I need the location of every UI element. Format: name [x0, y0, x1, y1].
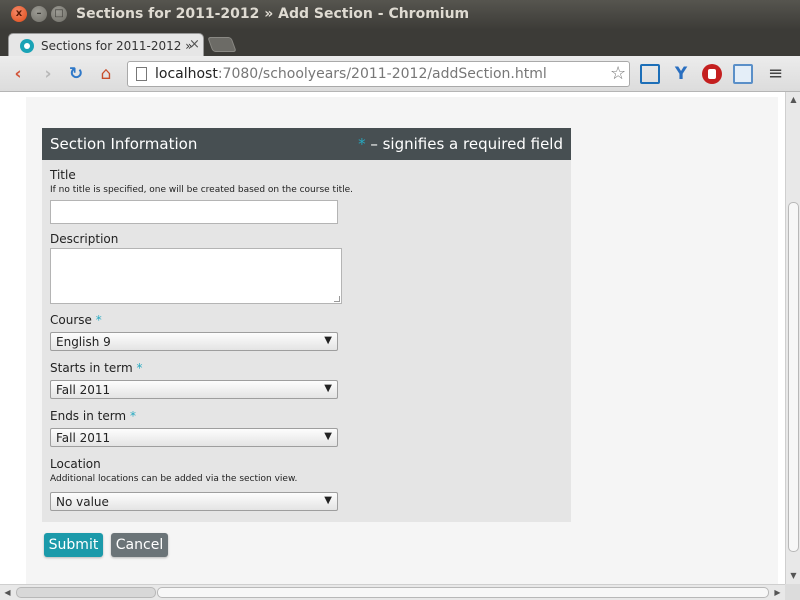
location-select-value: No value: [56, 495, 109, 509]
description-label: Description: [50, 232, 119, 246]
adblock-extension-icon[interactable]: [702, 64, 722, 84]
resize-handle[interactable]: [334, 296, 340, 302]
horizontal-scroll-track-left: [16, 587, 156, 598]
vertical-scrollbar[interactable]: ▲ ▼: [785, 92, 800, 584]
required-star: *: [358, 135, 366, 153]
location-select[interactable]: No value ▼: [50, 492, 338, 511]
ends-required-star: *: [129, 409, 136, 423]
scroll-right-arrow-icon[interactable]: ▶: [770, 585, 785, 600]
browser-toolbar: ‹ › ↻ ⌂ localhost:7080/schoolyears/2011-…: [0, 56, 800, 92]
dropdown-arrow-icon: ▼: [324, 431, 332, 442]
required-note-text: – signifies a required field: [365, 135, 563, 153]
new-tab-button[interactable]: [207, 37, 237, 52]
horizontal-scroll-thumb[interactable]: [157, 587, 769, 598]
bookmark-star-icon[interactable]: ☆: [610, 63, 626, 84]
forward-arrow-icon[interactable]: ›: [37, 63, 59, 85]
favicon-icon: [20, 39, 34, 53]
panel-header: Section Information * – signifies a requ…: [42, 128, 571, 160]
ends-in-term-label: Ends in term *: [50, 409, 136, 423]
vertical-scroll-thumb[interactable]: [788, 202, 799, 552]
window-close-button[interactable]: x: [11, 6, 27, 22]
window-title: Sections for 2011-2012 » Add Section - C…: [76, 6, 470, 22]
page-icon: [136, 67, 147, 81]
window-maximize-button[interactable]: □: [51, 6, 67, 22]
window-titlebar: x – □ Sections for 2011-2012 » Add Secti…: [0, 0, 800, 30]
browser-tab[interactable]: Sections for 2011-2012 » ×: [8, 33, 204, 58]
tab-strip: Sections for 2011-2012 » ×: [0, 30, 800, 58]
window-minimize-button[interactable]: –: [31, 6, 47, 22]
chrome-menu-icon[interactable]: ≡: [768, 63, 783, 85]
reload-icon[interactable]: ↻: [65, 63, 87, 85]
starts-in-term-label-text: Starts in term: [50, 361, 133, 375]
y-extension-icon[interactable]: Y: [671, 64, 691, 84]
tab-close-icon[interactable]: ×: [189, 37, 200, 52]
url-host: localhost: [155, 66, 218, 82]
page-viewport: Section Information * – signifies a requ…: [0, 92, 785, 584]
title-label: Title: [50, 168, 76, 182]
submit-button[interactable]: Submit: [44, 533, 103, 557]
scroll-left-arrow-icon[interactable]: ◀: [0, 585, 15, 600]
ends-in-term-select[interactable]: Fall 2011 ▼: [50, 428, 338, 447]
url-path: :7080/schoolyears/2011-2012/addSection.h…: [217, 66, 547, 82]
address-bar[interactable]: localhost:7080/schoolyears/2011-2012/add…: [127, 61, 630, 87]
starts-in-term-label: Starts in term *: [50, 361, 142, 375]
course-label: Course *: [50, 313, 102, 327]
description-textarea[interactable]: [50, 248, 342, 304]
scrollbar-corner: [785, 584, 800, 600]
section-form-panel: Section Information * – signifies a requ…: [42, 128, 571, 522]
course-select[interactable]: English 9 ▼: [50, 332, 338, 351]
scroll-down-arrow-icon[interactable]: ▼: [786, 568, 800, 583]
ends-in-term-value: Fall 2011: [56, 431, 111, 445]
window-extension-icon[interactable]: [733, 64, 753, 84]
url-text: localhost:7080/schoolyears/2011-2012/add…: [155, 66, 547, 82]
location-hint: Additional locations can be added via th…: [50, 474, 298, 484]
starts-in-term-value: Fall 2011: [56, 383, 111, 397]
dropdown-arrow-icon: ▼: [324, 335, 332, 346]
course-required-star: *: [95, 313, 102, 327]
scroll-up-arrow-icon[interactable]: ▲: [786, 92, 800, 107]
course-label-text: Course: [50, 313, 92, 327]
page-content: Section Information * – signifies a requ…: [26, 97, 778, 584]
panel-title: Section Information: [50, 135, 198, 153]
tab-title: Sections for 2011-2012 »: [41, 39, 193, 53]
course-select-value: English 9: [56, 335, 111, 349]
dropdown-arrow-icon: ▼: [324, 383, 332, 394]
screen-capture-extension-icon[interactable]: [640, 64, 660, 84]
starts-in-term-select[interactable]: Fall 2011 ▼: [50, 380, 338, 399]
dropdown-arrow-icon: ▼: [324, 495, 332, 506]
required-field-note: * – signifies a required field: [358, 135, 563, 153]
ends-in-term-label-text: Ends in term: [50, 409, 127, 423]
cancel-button[interactable]: Cancel: [111, 533, 168, 557]
back-arrow-icon[interactable]: ‹: [7, 63, 29, 85]
title-input[interactable]: [50, 200, 338, 224]
starts-required-star: *: [136, 361, 143, 375]
horizontal-scrollbar[interactable]: ◀ ▶: [0, 584, 785, 600]
home-icon[interactable]: ⌂: [95, 63, 117, 85]
location-label: Location: [50, 457, 101, 471]
title-hint: If no title is specified, one will be cr…: [50, 185, 354, 195]
